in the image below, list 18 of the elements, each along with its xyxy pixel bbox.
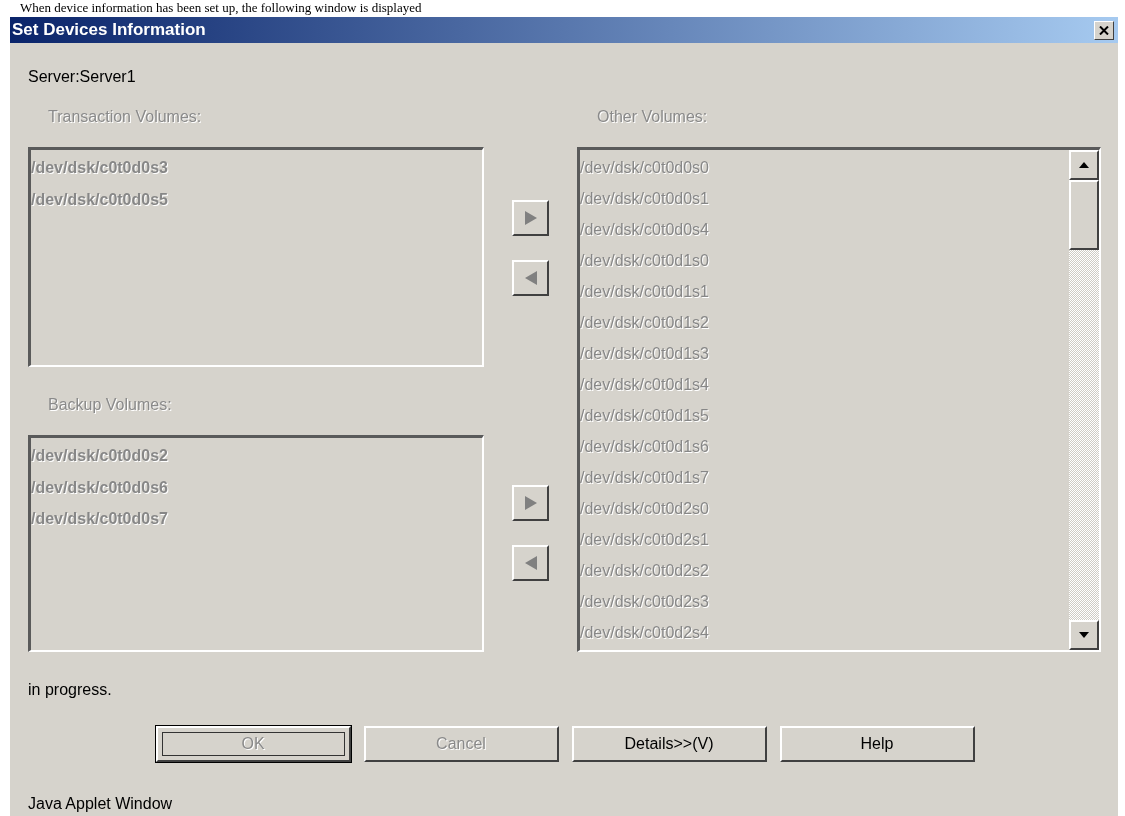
applet-footer-text: Java Applet Window: [28, 794, 174, 814]
status-text: in progress.: [28, 680, 113, 700]
right-triangle-icon: [524, 496, 537, 510]
other-volumes-label: Other Volumes:: [596, 107, 709, 127]
left-triangle-icon: [524, 556, 537, 570]
help-button[interactable]: Help: [779, 726, 975, 762]
caption-text: When device information has been set up, the following window is displayed: [19, 0, 423, 17]
up-triangle-icon: [1079, 162, 1089, 168]
window-title: Set Devices Information: [12, 20, 206, 40]
backup-volumes-label: Backup Volumes:: [47, 395, 173, 415]
right-triangle-icon: [524, 211, 537, 225]
left-triangle-icon: [524, 271, 537, 285]
close-button[interactable]: [1094, 20, 1114, 40]
down-triangle-icon: [1079, 632, 1089, 638]
details-button[interactable]: Details>>(V): [571, 726, 767, 762]
close-icon: [1099, 25, 1109, 35]
server-label: Server:Server1: [28, 67, 137, 87]
transaction-volumes-label: Transaction Volumes:: [47, 107, 203, 127]
